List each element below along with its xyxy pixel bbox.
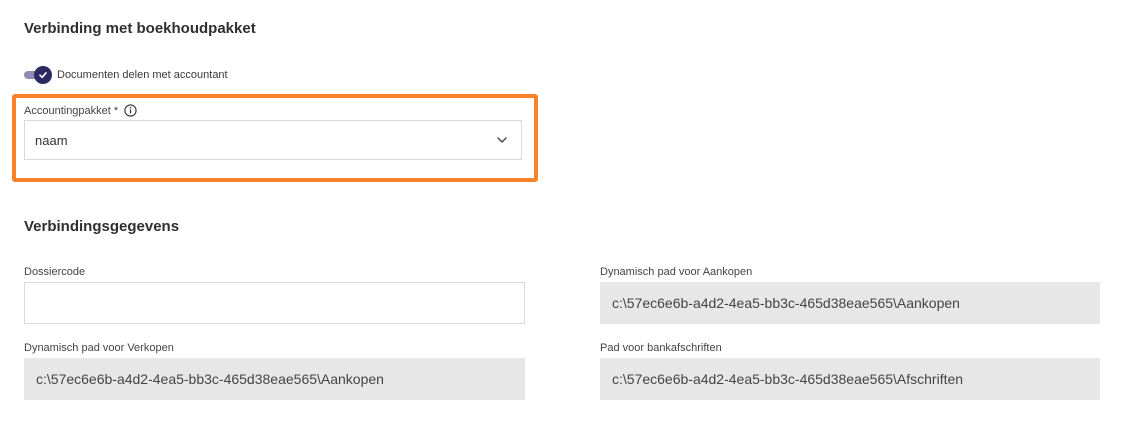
check-icon (39, 72, 47, 79)
purchases-path-label: Dynamisch pad voor Aankopen (600, 266, 753, 278)
dossiercode-input[interactable] (24, 282, 525, 324)
bank-statements-path-field: c:\57ec6e6b-a4d2-4ea5-bb3c-465d38eae565\… (600, 358, 1100, 400)
accounting-package-select[interactable]: naam (24, 120, 522, 160)
section-title-connection: Verbinding met boekhoudpakket (24, 20, 256, 37)
accounting-package-label-row: Accountingpakket * (24, 104, 137, 117)
dossiercode-label: Dossiercode (24, 266, 86, 278)
bank-statements-path-label: Pad voor bankafschriften (600, 342, 722, 354)
accounting-package-label: Accountingpakket * (24, 104, 119, 117)
sales-path-label: Dynamisch pad voor Verkopen (24, 342, 174, 354)
purchases-path-field: c:\57ec6e6b-a4d2-4ea5-bb3c-465d38eae565\… (600, 282, 1100, 324)
share-documents-toggle[interactable] (24, 66, 52, 84)
toggle-knob (34, 66, 52, 84)
chevron-down-icon (495, 133, 509, 147)
sales-path-field: c:\57ec6e6b-a4d2-4ea5-bb3c-465d38eae565\… (24, 358, 525, 400)
accounting-settings-page: Verbinding met boekhoudpakket Documenten… (0, 0, 1125, 430)
info-icon[interactable] (124, 104, 137, 117)
share-documents-label: Documenten delen met accountant (57, 69, 228, 81)
accounting-package-value: naam (35, 132, 68, 148)
share-documents-row: Documenten delen met accountant (24, 66, 228, 84)
section-title-connection-details: Verbindingsgegevens (24, 218, 180, 235)
